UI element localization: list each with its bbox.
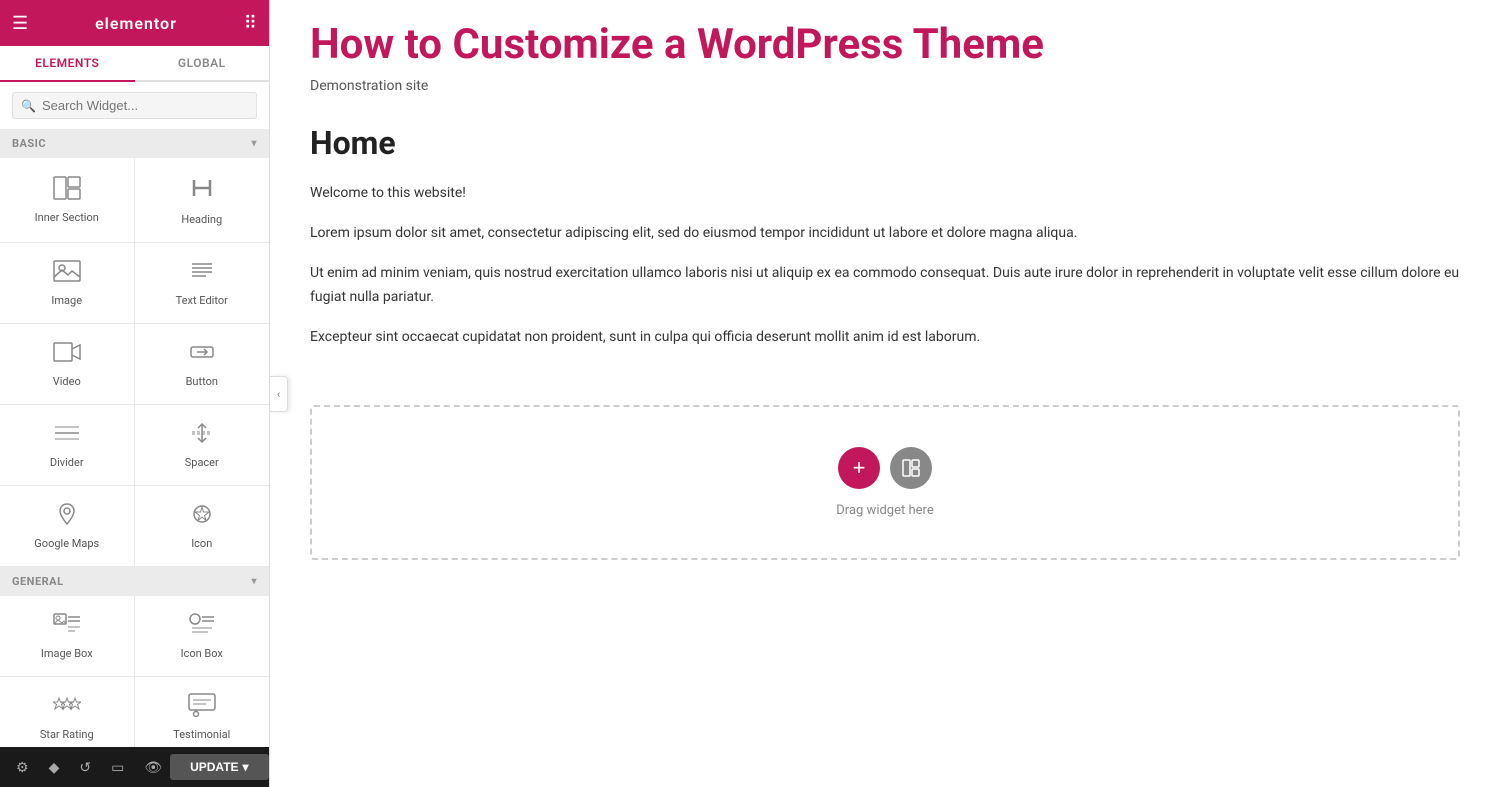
collapse-handle[interactable]: ‹ [270, 376, 288, 412]
widget-testimonial[interactable]: Testimonial [135, 677, 270, 747]
elementor-logo: elementor [95, 14, 177, 33]
sidebar: ☰ elementor ⠿ ELEMENTS GLOBAL 🔍 BASIC ▾ [0, 0, 270, 787]
layout-button[interactable] [890, 447, 932, 489]
section-general-label: GENERAL [12, 575, 64, 588]
tab-global[interactable]: GLOBAL [135, 46, 270, 80]
site-header: How to Customize a WordPress Theme Demon… [270, 0, 1500, 104]
responsive-tool-btn[interactable]: ▭ [103, 755, 132, 780]
update-label: UPDATE [190, 760, 238, 774]
widget-button[interactable]: Button [135, 324, 270, 405]
page-heading: Home [310, 124, 1460, 162]
settings-tool-btn[interactable]: ⚙ [8, 755, 37, 780]
icon-box-label: Icon Box [181, 647, 223, 660]
paragraph-2: Ut enim ad minim veniam, quis nostrud ex… [310, 262, 1460, 310]
widget-text-editor[interactable]: Text Editor [135, 243, 270, 324]
star-rating-icon [53, 693, 81, 722]
spacer-label: Spacer [185, 456, 219, 469]
text-editor-icon [188, 259, 216, 288]
image-icon [53, 259, 81, 288]
icon-label: Icon [191, 537, 212, 550]
widget-video[interactable]: Video [0, 324, 135, 405]
widget-heading[interactable]: Heading [135, 158, 270, 243]
update-button[interactable]: UPDATE ▾ [170, 754, 268, 780]
drop-zone-buttons: + [838, 447, 932, 489]
paragraph-0: Welcome to this website! [310, 182, 1460, 206]
drop-zone[interactable]: + Drag widget here [310, 405, 1460, 560]
canvas-area: How to Customize a WordPress Theme Demon… [270, 0, 1500, 787]
widgets-container: BASIC ▾ Inner Section [0, 129, 269, 747]
drop-zone-label: Drag widget here [836, 503, 933, 518]
paragraph-1: Lorem ipsum dolor sit amet, consectetur … [310, 222, 1460, 246]
divider-label: Divider [50, 456, 84, 469]
button-icon [188, 340, 216, 369]
testimonial-label: Testimonial [173, 728, 230, 741]
google-maps-label: Google Maps [34, 537, 99, 550]
inner-section-label: Inner Section [35, 211, 99, 224]
bottom-toolbar: ⚙ ◆ ↺ ▭ 👁 UPDATE ▾ [0, 747, 269, 787]
testimonial-icon [188, 693, 216, 722]
video-icon [53, 340, 81, 369]
spacer-icon [188, 421, 216, 450]
text-editor-label: Text Editor [176, 294, 228, 307]
widget-image-box[interactable]: Image Box [0, 596, 135, 677]
widget-divider[interactable]: Divider [0, 405, 135, 486]
inner-section-icon [53, 176, 81, 205]
search-icon: 🔍 [21, 99, 36, 113]
widget-inner-section[interactable]: Inner Section [0, 158, 135, 243]
widget-google-maps[interactable]: Google Maps [0, 486, 135, 567]
general-widgets-grid: Image Box Icon Box [0, 596, 269, 747]
star-rating-label: Star Rating [40, 728, 94, 741]
icon-widget-icon [188, 502, 216, 531]
search-area: 🔍 [0, 82, 269, 129]
section-basic-label: BASIC [12, 137, 46, 150]
site-subtitle: Demonstration site [310, 78, 1460, 94]
section-general[interactable]: GENERAL ▾ [0, 567, 269, 596]
image-box-icon [53, 612, 81, 641]
widget-image[interactable]: Image [0, 243, 135, 324]
content-text: Welcome to this website! Lorem ipsum dol… [310, 182, 1460, 349]
widget-icon[interactable]: Icon [135, 486, 270, 567]
section-basic[interactable]: BASIC ▾ [0, 129, 269, 158]
style-tool-btn[interactable]: ◆ [41, 755, 68, 780]
collapse-chevron: ‹ [277, 387, 281, 401]
google-maps-icon [53, 502, 81, 531]
search-wrapper: 🔍 [12, 92, 257, 119]
history-tool-btn[interactable]: ↺ [71, 755, 99, 780]
preview-tool-btn[interactable]: 👁 [136, 755, 170, 780]
widget-star-rating[interactable]: Star Rating [0, 677, 135, 747]
update-arrow: ▾ [243, 760, 249, 774]
grid-icon[interactable]: ⠿ [244, 13, 257, 34]
add-widget-button[interactable]: + [838, 447, 880, 489]
site-title: How to Customize a WordPress Theme [310, 20, 1460, 70]
bottom-tools: ⚙ ◆ ↺ ▭ 👁 [8, 755, 170, 780]
heading-icon [190, 174, 214, 207]
search-input[interactable] [42, 98, 248, 113]
basic-widgets-grid: Inner Section Heading [0, 158, 269, 567]
section-basic-chevron: ▾ [251, 138, 257, 149]
hamburger-icon[interactable]: ☰ [12, 13, 28, 34]
sidebar-header: ☰ elementor ⠿ [0, 0, 269, 46]
image-box-label: Image Box [41, 647, 93, 660]
widget-icon-box[interactable]: Icon Box [135, 596, 270, 677]
paragraph-3: Excepteur sint occaecat cupidatat non pr… [310, 326, 1460, 350]
sidebar-tabs: ELEMENTS GLOBAL [0, 46, 269, 82]
page-content: Home Welcome to this website! Lorem ipsu… [270, 104, 1500, 385]
icon-box-icon [188, 612, 216, 641]
main-layout: ☰ elementor ⠿ ELEMENTS GLOBAL 🔍 BASIC ▾ [0, 0, 1500, 787]
tab-elements[interactable]: ELEMENTS [0, 46, 135, 82]
widget-spacer[interactable]: Spacer [135, 405, 270, 486]
image-label: Image [51, 294, 82, 307]
video-label: Video [53, 375, 81, 388]
section-general-chevron: ▾ [251, 576, 257, 587]
button-label: Button [186, 375, 218, 388]
heading-label: Heading [181, 213, 222, 226]
divider-icon [53, 421, 81, 450]
